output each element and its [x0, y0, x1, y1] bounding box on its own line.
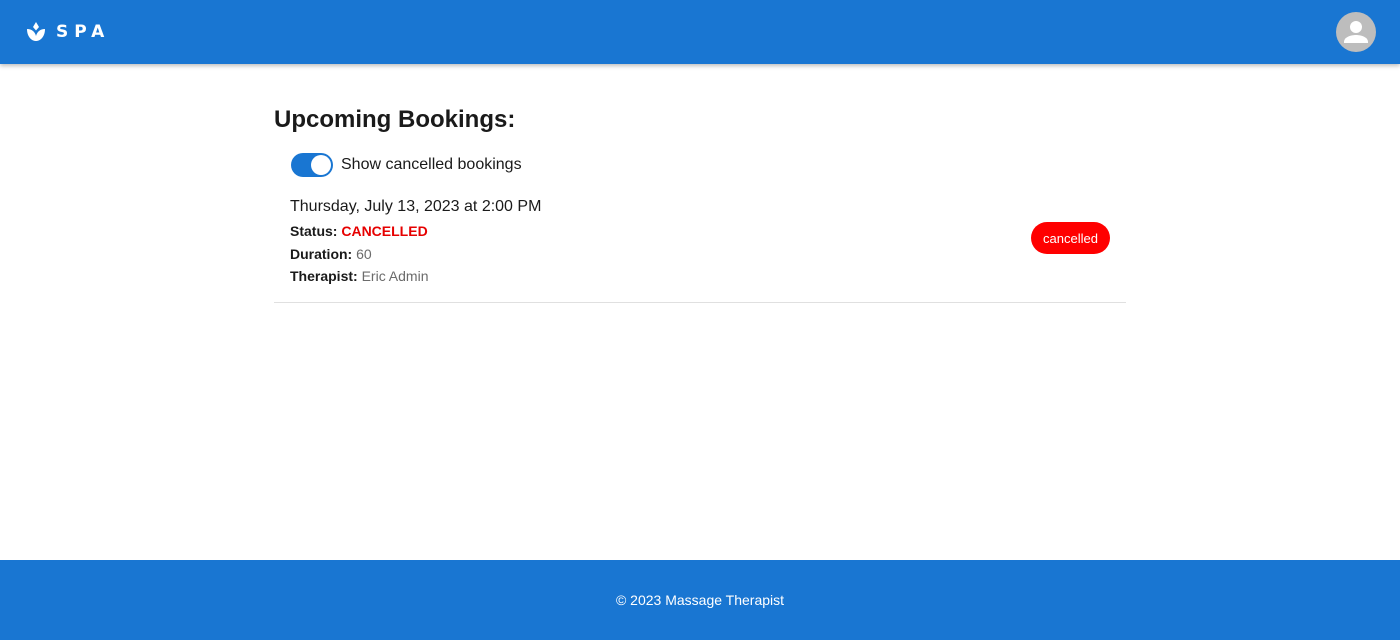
user-avatar[interactable] [1336, 12, 1376, 52]
status-value: CANCELLED [341, 223, 428, 239]
page-title: Upcoming Bookings: [274, 106, 516, 133]
show-cancelled-toggle-row[interactable]: Show cancelled bookings [291, 152, 522, 178]
booking-duration-line: Duration: 60 [290, 246, 372, 262]
logo-link[interactable]: SPA [24, 19, 110, 45]
status-key: Status: [290, 223, 338, 239]
logo-text: SPA [56, 22, 111, 42]
footer: © 2023 Massage Therapist [0, 560, 1400, 640]
booking-item: Thursday, July 13, 2023 at 2:00 PM Statu… [274, 194, 1126, 303]
person-icon [1336, 12, 1376, 52]
switch-thumb [311, 155, 331, 175]
booking-datetime: Thursday, July 13, 2023 at 2:00 PM [290, 198, 542, 215]
app-bar: SPA [0, 0, 1400, 64]
spa-lotus-icon [24, 20, 48, 44]
therapist-value: Eric Admin [361, 268, 429, 284]
booking-therapist-line: Therapist: Eric Admin [290, 268, 429, 284]
duration-key: Duration: [290, 246, 353, 262]
show-cancelled-switch[interactable] [291, 153, 333, 177]
show-cancelled-label: Show cancelled bookings [341, 156, 522, 173]
therapist-key: Therapist: [290, 268, 358, 284]
footer-copyright: © 2023 Massage Therapist [615, 592, 785, 608]
booking-status-line: Status: CANCELLED [290, 223, 428, 239]
duration-value: 60 [356, 246, 372, 262]
status-chip: cancelled [1031, 222, 1110, 254]
